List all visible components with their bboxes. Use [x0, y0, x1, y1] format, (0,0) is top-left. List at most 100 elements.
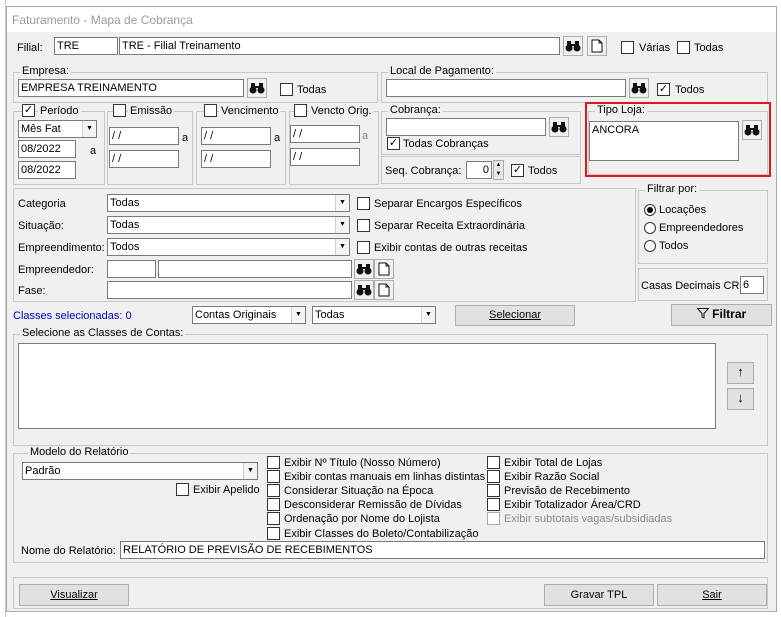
periodo-from-input[interactable]: 08/2022	[18, 140, 76, 158]
classes-todas-value: Todas	[315, 309, 345, 321]
periodo-label: Período	[38, 105, 81, 118]
emissao-to-input[interactable]: / /	[109, 150, 179, 168]
empreendedor-search-button[interactable]	[354, 259, 374, 279]
varias-checkbox[interactable]	[621, 41, 634, 54]
radio-todos-label: Todos	[659, 240, 689, 252]
varias-label: Várias	[639, 42, 671, 54]
categoria-value: Todas	[110, 197, 140, 209]
emissao-sep: a	[182, 132, 189, 144]
empreendedor-name-input[interactable]	[158, 260, 352, 278]
filtrar-label: Filtrar	[712, 307, 747, 321]
filtrar-button[interactable]: Filtrar	[671, 304, 772, 326]
exibir-outras-checkbox[interactable]	[357, 241, 370, 254]
casas-decimais-input[interactable]: 6	[740, 276, 764, 294]
binoculars-icon	[356, 264, 372, 275]
todas-cobrancas-label: Todas Cobranças	[403, 138, 489, 150]
empresa-todas-checkbox[interactable]	[280, 83, 293, 96]
filial-new-button[interactable]	[587, 36, 607, 56]
seq-todos-checkbox[interactable]: ✓	[511, 164, 524, 177]
empresa-search-button[interactable]	[247, 78, 267, 98]
col1-checkbox-3[interactable]	[267, 498, 280, 511]
cobranca-search-button[interactable]	[549, 117, 569, 137]
nome-relatorio-label: Nome do Relatório:	[21, 545, 116, 557]
cobranca-input[interactable]	[386, 118, 546, 136]
fase-new-button[interactable]	[374, 280, 394, 300]
sair-button[interactable]: Sair	[657, 584, 767, 606]
col2-label-0: Exibir Total de Lojas	[504, 457, 603, 469]
filial-todas-checkbox[interactable]	[677, 41, 690, 54]
filial-code-input[interactable]: TRE	[54, 37, 118, 55]
move-down-button[interactable]: ↓	[727, 388, 754, 410]
chevron-down-icon: ▼	[243, 463, 257, 479]
radio-todos[interactable]	[644, 240, 656, 252]
vencto-orig-checkbox[interactable]	[294, 104, 307, 117]
local-todos-checkbox[interactable]: ✓	[657, 83, 670, 96]
col2-checkbox-3[interactable]	[487, 498, 500, 511]
col1-label-5: Exibir Classes do Boleto/Contabilização	[284, 528, 479, 540]
separar-receita-checkbox[interactable]	[357, 219, 370, 232]
modelo-legend: Modelo do Relatório	[28, 446, 131, 458]
emissao-from-input[interactable]: / /	[109, 127, 179, 145]
empreendedor-new-button[interactable]	[374, 259, 394, 279]
empreendedor-code-input[interactable]	[107, 260, 156, 278]
move-up-button[interactable]: ↑	[727, 362, 754, 384]
filial-search-button[interactable]	[563, 36, 583, 56]
todas-cobrancas-checkbox[interactable]: ✓	[387, 137, 400, 150]
seq-cobranca-input[interactable]: 0	[466, 161, 492, 179]
local-pagamento-legend: Local de Pagamento:	[388, 65, 496, 77]
vencimento-checkbox[interactable]	[204, 104, 217, 117]
exibir-outras-label: Exibir contas de outras receitas	[374, 242, 528, 254]
radio-locacoes[interactable]	[644, 204, 656, 216]
chevron-down-icon: ▼	[82, 121, 96, 137]
empreendimento-select[interactable]: Todos ▼	[107, 238, 350, 256]
classes-list[interactable]	[18, 343, 716, 429]
vencimento-from-input[interactable]: / /	[201, 127, 271, 145]
gravar-tpl-button[interactable]: Gravar TPL	[544, 584, 654, 606]
col1-checkbox-4[interactable]	[267, 512, 280, 525]
classes-todas-select[interactable]: Todas ▼	[312, 306, 436, 324]
arrow-down-icon: ↓	[737, 390, 744, 405]
filial-name-input[interactable]: TRE - Filial Treinamento	[119, 37, 560, 55]
fase-search-button[interactable]	[354, 280, 374, 300]
fase-input[interactable]	[107, 281, 352, 299]
chevron-down-icon: ▼	[335, 195, 349, 211]
periodo-checkbox[interactable]: ✓	[22, 104, 35, 117]
binoculars-icon	[249, 83, 265, 94]
contas-originais-select[interactable]: Contas Originais ▼	[192, 306, 306, 324]
col1-checkbox-1[interactable]	[267, 470, 280, 483]
col2-checkbox-2[interactable]	[487, 484, 500, 497]
col1-checkbox-5[interactable]	[267, 527, 280, 540]
col2-checkbox-1[interactable]	[487, 470, 500, 483]
nome-relatorio-input[interactable]: RELATÓRIO DE PREVISÃO DE RECEBIMENTOS	[120, 541, 765, 559]
local-pagamento-input[interactable]	[386, 79, 626, 97]
col2-label-4: Exibir subtotais vagas/subsidiadas	[504, 513, 673, 525]
binoculars-icon	[565, 41, 581, 52]
cobranca-legend: Cobrança:	[388, 104, 443, 116]
situacao-select[interactable]: Todas ▼	[107, 216, 350, 234]
periodo-to-input[interactable]: 08/2022	[18, 161, 76, 179]
exibir-apelido-checkbox[interactable]	[176, 483, 189, 496]
situacao-value: Todas	[110, 219, 140, 231]
periodo-mode-select[interactable]: Mês Fat ▼	[18, 120, 97, 138]
emissao-checkbox[interactable]	[113, 104, 126, 117]
separar-encargos-checkbox[interactable]	[357, 197, 370, 210]
chevron-down-icon: ▼	[335, 217, 349, 233]
vencto-orig-to-input[interactable]: / /	[290, 148, 360, 166]
seq-cobranca-spinner[interactable]: ▲ ▼	[493, 160, 504, 180]
empresa-input[interactable]: EMPRESA TREINAMENTO	[18, 79, 244, 97]
col1-label-2: Considerar Situação na Época	[284, 485, 434, 497]
modelo-select[interactable]: Padrão ▼	[22, 462, 258, 480]
local-pagamento-search-button[interactable]	[629, 78, 649, 98]
selecionar-button[interactable]: Selecionar	[455, 305, 575, 326]
visualizar-button[interactable]: Visualizar	[19, 584, 129, 606]
radio-empreendedores[interactable]	[644, 222, 656, 234]
vencimento-label: Vencimento	[219, 105, 281, 118]
categoria-select[interactable]: Todas ▼	[107, 194, 350, 212]
col2-checkbox-0[interactable]	[487, 456, 500, 469]
vencimento-to-input[interactable]: / /	[201, 150, 271, 168]
vencto-orig-from-input[interactable]: / /	[290, 125, 360, 143]
vencto-orig-sep: a	[362, 130, 369, 142]
col1-checkbox-0[interactable]	[267, 456, 280, 469]
col1-checkbox-2[interactable]	[267, 484, 280, 497]
tipo-loja-highlight	[585, 102, 771, 177]
